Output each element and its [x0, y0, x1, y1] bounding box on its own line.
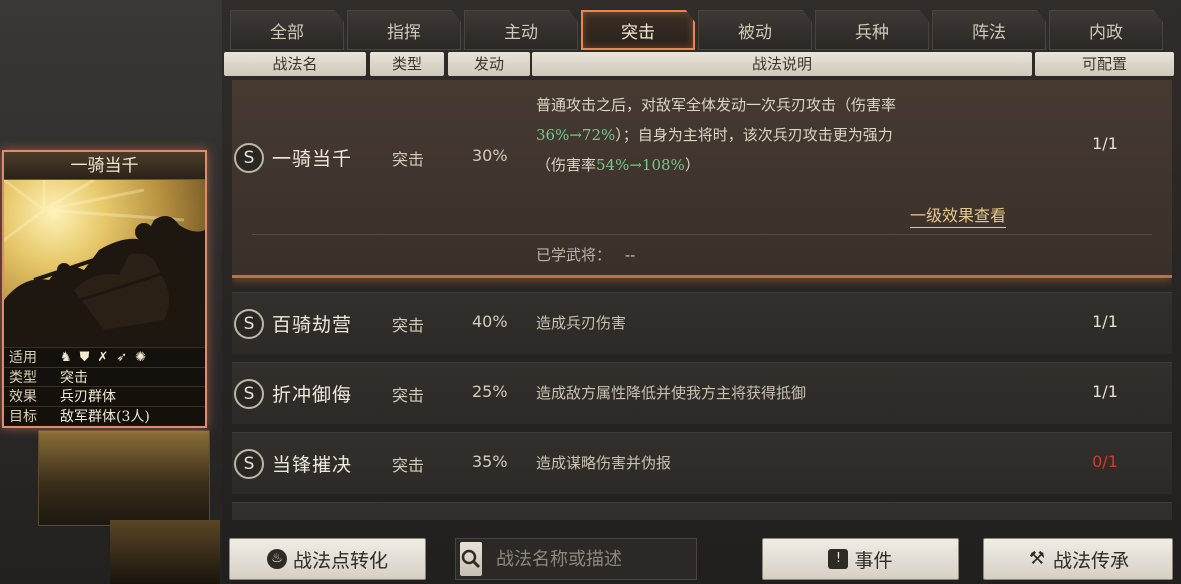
- desc-line-3-pre: （伤害率: [536, 156, 597, 174]
- skill-rate: 35%: [472, 452, 508, 471]
- skill-availability: 1/1: [1092, 312, 1118, 331]
- damage-rate-highlight-2: 54%→108%: [596, 156, 685, 174]
- search-button[interactable]: [460, 542, 482, 576]
- skill-row[interactable]: S 折冲御侮 突击 25% 造成敌方属性降低并使我方主将获得抵御 1/1: [232, 362, 1172, 424]
- card-title: 一骑当千: [4, 152, 205, 180]
- col-name[interactable]: 战法名: [224, 52, 366, 76]
- learned-label: 已学武将：: [536, 246, 612, 264]
- chariot-icon: ✺: [135, 349, 147, 365]
- skill-type: 突击: [392, 456, 425, 475]
- target-value: 敌军群体(3人): [60, 408, 150, 425]
- events-label: 事件: [854, 549, 893, 572]
- effect-value: 兵刃群体: [60, 389, 116, 406]
- col-avail[interactable]: 可配置: [1035, 52, 1174, 76]
- desc-line-2: 36%→72%）；自身为主将时，该次兵刃攻击更为强力: [536, 120, 1056, 150]
- desc-line-3-post: ）: [684, 156, 700, 174]
- skill-rate: 30%: [472, 146, 508, 165]
- selected-skill-row[interactable]: S 一骑当千 突击 30% 普通攻击之后，对敌军全体发动一次兵刃攻击（伤害率 3…: [232, 80, 1172, 278]
- tab-active[interactable]: 主动: [464, 10, 578, 50]
- skill-description: 普通攻击之后，对敌军全体发动一次兵刃攻击（伤害率 36%→72%）；自身为主将时…: [536, 90, 1056, 180]
- convert-points-button[interactable]: ♨ 战法点转化: [229, 538, 426, 580]
- type-label: 类型: [9, 369, 37, 386]
- tab-formation[interactable]: 阵法: [932, 10, 1046, 50]
- effect-label: 效果: [9, 389, 37, 406]
- bow-icon: ✗: [97, 349, 109, 365]
- desc-line-1: 普通攻击之后，对敌军全体发动一次兵刃攻击（伤害率: [536, 96, 897, 114]
- skill-description: 造成敌方属性降低并使我方主将获得抵御: [536, 384, 807, 402]
- search-box: [455, 538, 724, 580]
- desc-line-2-rest: ）；自身为主将时，该次兵刃攻击更为强力: [615, 126, 893, 144]
- stacked-card-back-2: [110, 520, 220, 584]
- applies-label: 适用: [9, 350, 37, 367]
- skill-row[interactable]: S 百骑劫营 突击 40% 造成兵刃伤害 1/1: [232, 292, 1172, 354]
- spear-icon: ➶: [116, 349, 128, 365]
- col-rate[interactable]: 发动: [448, 52, 530, 76]
- skill-list: S 一骑当千 突击 30% 普通攻击之后，对敌军全体发动一次兵刃攻击（伤害率 3…: [232, 80, 1172, 520]
- skill-row-partial[interactable]: [232, 502, 1172, 520]
- damage-rate-highlight: 36%→72%: [536, 126, 616, 144]
- skill-availability: 0/1: [1092, 452, 1118, 471]
- events-button[interactable]: ! 事件: [762, 538, 959, 580]
- skill-description: 造成兵刃伤害: [536, 314, 627, 332]
- card-artwork: [4, 180, 205, 347]
- category-tabs: 全部 指挥 主动 突击 被动 兵种 阵法 内政: [230, 10, 1174, 50]
- skill-type: 突击: [392, 150, 425, 169]
- convert-points-label: 战法点转化: [292, 549, 388, 572]
- tab-command[interactable]: 指挥: [347, 10, 461, 50]
- card-row-type: 类型 突击: [4, 366, 205, 387]
- col-desc: 战法说明: [532, 52, 1032, 76]
- tab-troop[interactable]: 兵种: [815, 10, 929, 50]
- grade-badge: S: [234, 309, 264, 339]
- tab-passive[interactable]: 被动: [698, 10, 812, 50]
- search-input[interactable]: [496, 541, 724, 577]
- tab-internal[interactable]: 内政: [1049, 10, 1163, 50]
- learned-generals: 已学武将： --: [536, 244, 635, 265]
- tab-assault[interactable]: 突击: [581, 10, 695, 50]
- level-one-effect-link[interactable]: 一级效果查看: [910, 202, 1007, 228]
- skill-rate: 40%: [472, 312, 508, 331]
- skill-type: 突击: [392, 316, 425, 335]
- skill-name: 当锋摧决: [272, 454, 353, 476]
- card-row-effect: 效果 兵刃群体: [4, 386, 205, 406]
- skill-card: 一骑当千 适用 ♞ ⛊ ✗ ➶ ✺ 类型 突击 效果 兵刃群体 目标 敌军群体(…: [2, 150, 207, 428]
- event-icon: !: [828, 549, 849, 569]
- skill-name: 折冲御侮: [272, 384, 353, 406]
- stacked-card-back: [38, 430, 210, 526]
- skill-description: 造成谋略伤害并伪报: [536, 454, 672, 472]
- search-icon: [461, 549, 481, 569]
- column-header: 战法名 类型 发动 战法说明 可配置: [224, 52, 1174, 76]
- skill-availability: 1/1: [1092, 382, 1118, 401]
- grade-badge: S: [234, 379, 264, 409]
- tab-all[interactable]: 全部: [230, 10, 344, 50]
- card-row-applies: 适用 ♞ ⛊ ✗ ➶ ✺: [4, 347, 205, 367]
- card-row-target: 目标 敌军群体(3人): [4, 405, 205, 426]
- shield-icon: ⛊: [79, 349, 90, 365]
- skill-row[interactable]: S 当锋摧决 突击 35% 造成谋略伤害并伪报 0/1: [232, 432, 1172, 494]
- col-type[interactable]: 类型: [370, 52, 444, 76]
- skill-availability: 1/1: [1092, 134, 1118, 153]
- flame-icon: ♨: [266, 549, 287, 569]
- skill-name: 百骑劫营: [272, 314, 353, 336]
- inherit-skill-label: 战法传承: [1052, 549, 1129, 572]
- row-divider: [252, 234, 1152, 235]
- cavalry-icon: ♞: [60, 349, 72, 365]
- cavalry-artwork-icon: [4, 180, 205, 347]
- grade-badge: S: [234, 449, 264, 479]
- type-value: 突击: [60, 369, 88, 386]
- target-label: 目标: [9, 408, 37, 425]
- inherit-skill-button[interactable]: ⚒ 战法传承: [983, 538, 1173, 580]
- skill-rate: 25%: [472, 382, 508, 401]
- skill-name: 一骑当千: [272, 148, 353, 170]
- skill-type: 突击: [392, 386, 425, 405]
- grade-badge: S: [234, 143, 264, 173]
- hammer-icon: ⚒: [1028, 548, 1046, 569]
- desc-line-3: （伤害率54%→108%）: [536, 150, 1056, 180]
- learned-value: --: [625, 246, 636, 264]
